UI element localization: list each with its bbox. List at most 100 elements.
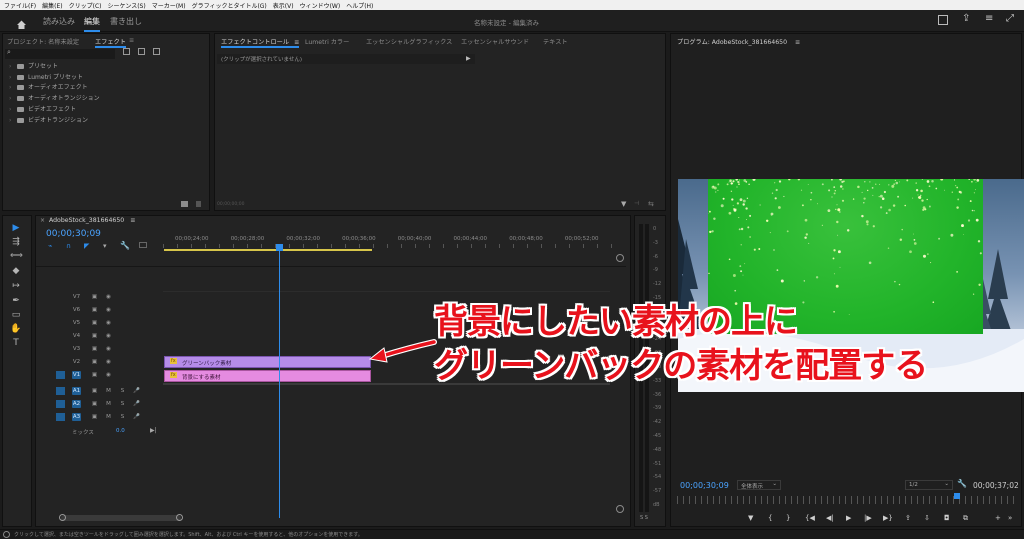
fullscreen-icon[interactable]: ⤢ bbox=[1006, 13, 1014, 24]
export-frame-icon[interactable]: ◘ bbox=[944, 514, 950, 522]
track-target-toggle[interactable]: V4 bbox=[72, 332, 81, 340]
track-select-tool-icon[interactable]: ⇶ bbox=[10, 236, 22, 248]
solo-button[interactable]: S bbox=[118, 387, 127, 395]
work-area-bar[interactable] bbox=[164, 249, 372, 251]
track-target-toggle[interactable]: V5 bbox=[72, 319, 81, 327]
comparison-view-icon[interactable]: ⧉ bbox=[963, 514, 968, 523]
menu-item-8[interactable]: ヘルプ(H) bbox=[346, 1, 373, 10]
new-bin-icon[interactable] bbox=[123, 48, 130, 55]
workspace-import[interactable]: 読み込み bbox=[43, 16, 75, 27]
tab-effect-controls-0[interactable]: エフェクトコントロール ≡ bbox=[221, 37, 300, 48]
add-marker-icon[interactable]: ◤ bbox=[84, 242, 89, 250]
track-target-toggle[interactable]: V2 bbox=[72, 358, 81, 366]
marker-icon[interactable]: ▾ bbox=[103, 242, 107, 250]
tree-item[interactable]: › ビデオエフェクト bbox=[9, 104, 76, 113]
timeline-timecode[interactable]: 00;00;30;09 bbox=[46, 229, 101, 239]
share-icon[interactable]: ⇪ bbox=[962, 13, 970, 24]
toggle-output-icon[interactable]: ◉ bbox=[104, 319, 113, 327]
monitor-time-ruler[interactable] bbox=[677, 496, 1017, 504]
export-frame-icon[interactable]: ⊣ bbox=[634, 200, 639, 207]
tab-effect-controls-1[interactable]: Lumetri カラー bbox=[305, 37, 349, 46]
slip-tool-icon[interactable]: ↦ bbox=[10, 280, 22, 292]
track-target-toggle[interactable]: A1 bbox=[72, 387, 81, 395]
snap-icon[interactable]: ⌁ bbox=[48, 242, 52, 250]
add-button-icon[interactable]: + bbox=[995, 514, 1001, 522]
sequence-tab[interactable]: AdobeStock_381664650 ≡ bbox=[49, 217, 135, 224]
menu-item-4[interactable]: マーカー(M) bbox=[152, 1, 186, 10]
sync-lock-icon[interactable]: ▣ bbox=[90, 306, 99, 314]
sync-lock-icon[interactable]: ▣ bbox=[90, 387, 99, 395]
h-scroll-right-handle[interactable] bbox=[176, 514, 183, 521]
tab-menu-icon[interactable]: ≡ bbox=[129, 37, 134, 44]
mark-in-icon[interactable]: { bbox=[768, 514, 772, 522]
more-icon[interactable]: » bbox=[1008, 514, 1012, 522]
toggle-output-icon[interactable]: ◉ bbox=[104, 332, 113, 340]
lift-icon[interactable]: ⇪ bbox=[905, 514, 911, 522]
track-target-toggle[interactable]: V7 bbox=[72, 293, 81, 301]
go-to-end-icon[interactable]: ▶| bbox=[150, 427, 157, 434]
track-target-toggle[interactable]: A3 bbox=[72, 413, 81, 421]
sync-lock-icon[interactable]: ▣ bbox=[90, 293, 99, 301]
program-menu-icon[interactable]: ≡ bbox=[795, 39, 800, 46]
step-back-icon[interactable]: ◀| bbox=[826, 514, 834, 522]
delete-icon[interactable] bbox=[196, 201, 201, 207]
program-current-time[interactable]: 00;00;30;09 bbox=[680, 481, 729, 490]
mute-button[interactable]: M bbox=[104, 387, 113, 395]
tree-item[interactable]: › ビデオトランジション bbox=[9, 115, 88, 124]
mark-out-icon[interactable]: } bbox=[786, 514, 790, 522]
timeline-v-scroll-top[interactable] bbox=[616, 254, 624, 262]
tab-effects[interactable]: エフェクト bbox=[95, 37, 126, 48]
track-target-toggle[interactable]: V3 bbox=[72, 345, 81, 353]
home-icon[interactable] bbox=[16, 15, 27, 29]
solo-buttons[interactable]: S S bbox=[640, 515, 648, 521]
workspace-export[interactable]: 書き出し bbox=[110, 16, 142, 27]
tree-item[interactable]: › Lumetri プリセット bbox=[9, 72, 83, 81]
panel-menu-icon[interactable]: ≡ bbox=[985, 13, 993, 24]
mute-button[interactable]: M bbox=[104, 413, 113, 421]
go-to-in-icon[interactable]: {◀ bbox=[805, 514, 815, 522]
resolution-dropdown[interactable]: 1/2 ⌄ bbox=[905, 480, 953, 490]
quick-export-icon[interactable] bbox=[938, 15, 948, 25]
menu-item-2[interactable]: クリップ(C) bbox=[69, 1, 102, 10]
track-target-toggle[interactable]: V6 bbox=[72, 306, 81, 314]
sync-lock-icon[interactable]: ▣ bbox=[90, 345, 99, 353]
collapse-arrow-icon[interactable]: ▶ bbox=[466, 55, 471, 62]
extract-icon[interactable]: ⇩ bbox=[924, 514, 930, 522]
menu-item-5[interactable]: グラフィックとタイトル(G) bbox=[192, 1, 267, 10]
tree-item[interactable]: › プリセット bbox=[9, 61, 58, 70]
captions-icon[interactable] bbox=[139, 242, 147, 248]
monitor-playhead[interactable] bbox=[954, 493, 960, 499]
step-forward-icon[interactable]: |▶ bbox=[864, 514, 872, 522]
mute-button[interactable]: M bbox=[104, 400, 113, 408]
timeline-settings-icon[interactable]: 🔧 bbox=[120, 241, 130, 250]
source-patch[interactable] bbox=[56, 413, 65, 421]
play-icon[interactable]: ▶ bbox=[846, 514, 851, 522]
tab-effect-controls-4[interactable]: テキスト bbox=[543, 37, 568, 46]
sequence-menu-icon[interactable]: ≡ bbox=[130, 217, 135, 224]
source-patch[interactable] bbox=[56, 400, 65, 408]
workspace-edit[interactable]: 編集 bbox=[84, 16, 100, 32]
microphone-icon[interactable]: 🎤 bbox=[132, 400, 141, 408]
toggle-output-icon[interactable]: ◉ bbox=[104, 358, 113, 366]
go-to-out-icon[interactable]: ▶} bbox=[883, 514, 893, 522]
toggle-output-icon[interactable]: ◉ bbox=[104, 306, 113, 314]
marker-add-icon[interactable]: ▼ bbox=[748, 514, 753, 522]
selection-tool-icon[interactable]: ▶ bbox=[10, 222, 22, 234]
sync-lock-icon[interactable]: ▣ bbox=[90, 400, 99, 408]
menu-item-7[interactable]: ウィンドウ(W) bbox=[300, 1, 341, 10]
razor-tool-icon[interactable]: ◆ bbox=[10, 265, 22, 277]
search-field[interactable]: ⌕ bbox=[5, 48, 115, 59]
microphone-icon[interactable]: 🎤 bbox=[132, 413, 141, 421]
source-patch[interactable] bbox=[56, 387, 65, 395]
loop-icon[interactable]: ⇆ bbox=[648, 200, 654, 208]
solo-button[interactable]: S bbox=[118, 413, 127, 421]
clip-v1[interactable]: fx 背景にする素材 bbox=[164, 370, 371, 382]
new-bin-footer-icon[interactable] bbox=[181, 201, 188, 207]
fit-dropdown[interactable]: 全体表示 ⌄ bbox=[737, 480, 781, 490]
sync-lock-icon[interactable]: ▣ bbox=[90, 319, 99, 327]
sync-lock-icon[interactable]: ▣ bbox=[90, 371, 99, 379]
mix-value[interactable]: 0.0 bbox=[116, 428, 125, 434]
tree-item[interactable]: › オーディオトランジション bbox=[9, 93, 100, 102]
sync-lock-icon[interactable]: ▣ bbox=[90, 413, 99, 421]
close-icon[interactable]: × bbox=[40, 217, 45, 224]
